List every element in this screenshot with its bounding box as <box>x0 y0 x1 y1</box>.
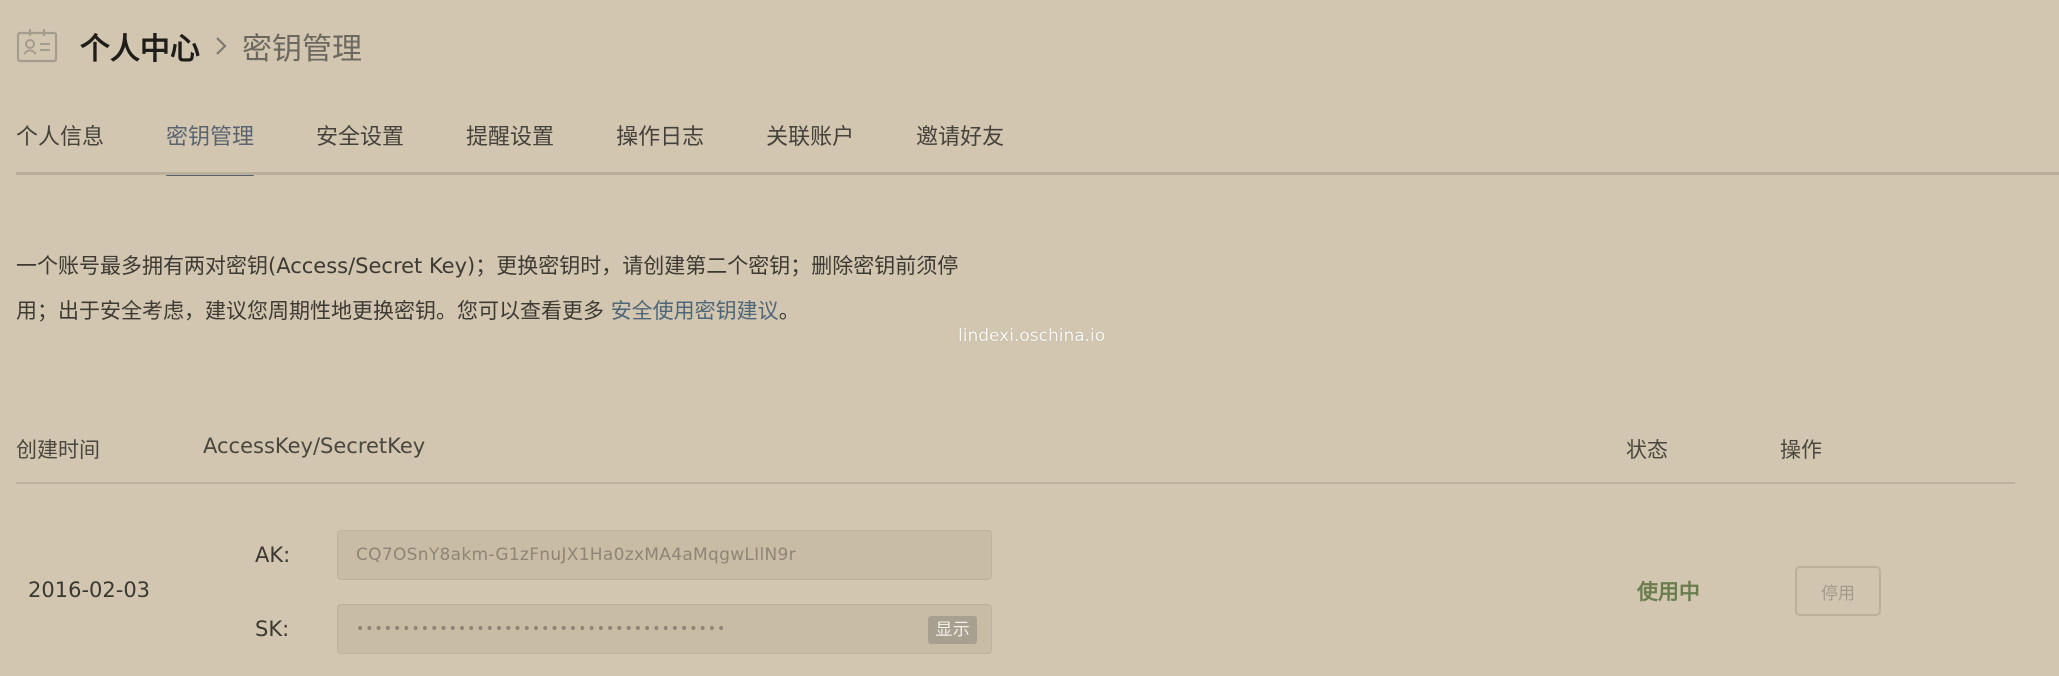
column-header-ops: 操作 <box>1780 438 1822 462</box>
notice-line-2: 用；出于安全考虑，建议您周期性地更换密钥。您可以查看更多 安全使用密钥建议。 <box>16 289 1006 334</box>
created-date: 2016-02-03 <box>28 578 151 602</box>
column-header-status: 状态 <box>1626 438 1668 462</box>
security-advice-link[interactable]: 安全使用密钥建议 <box>611 299 779 323</box>
breadcrumb-root[interactable]: 个人中心 <box>80 24 200 68</box>
table-header: 创建时间 AccessKey/SecretKey 状态 操作 <box>16 434 2016 470</box>
column-header-created: 创建时间 <box>16 438 100 462</box>
tab-operation-log[interactable]: 操作日志 <box>616 118 704 176</box>
notice-line-1: 一个账号最多拥有两对密钥(Access/Secret Key)；更换密钥时，请创… <box>16 254 959 278</box>
secret-key-field[interactable]: ••••••••••••••••••••••••••••••••••••••••… <box>337 604 992 654</box>
show-secret-button[interactable]: 显示 <box>928 616 977 644</box>
id-card-icon <box>16 27 58 65</box>
breadcrumb: 个人中心 密钥管理 <box>80 24 362 68</box>
sk-label: SK: <box>255 617 290 641</box>
chevron-right-icon <box>214 35 228 57</box>
watermark: lindexi.oschina.io <box>958 326 1106 346</box>
notice-line-2-text: 用；出于安全考虑，建议您周期性地更换密钥。您可以查看更多 <box>16 299 611 323</box>
tab-security-settings[interactable]: 安全设置 <box>316 118 404 176</box>
access-key-field[interactable]: CQ7OSnY8akm-G1zFnuJX1Ha0zxMA4aMqgwLIlN9r <box>337 530 992 580</box>
settings-tabs: 个人信息 密钥管理 安全设置 提醒设置 操作日志 关联账户 邀请好友 <box>16 118 2059 178</box>
ak-label: AK: <box>255 543 291 567</box>
key-notice: 一个账号最多拥有两对密钥(Access/Secret Key)；更换密钥时，请创… <box>16 244 1006 334</box>
column-header-keys: AccessKey/SecretKey <box>203 434 426 458</box>
tab-personal-info[interactable]: 个人信息 <box>16 118 104 176</box>
tab-key-management[interactable]: 密钥管理 <box>166 118 255 176</box>
table-header-divider <box>16 482 2015 484</box>
secret-key-masked-value: •••••••••••••••••••••••••••••••••••••••• <box>356 621 727 637</box>
access-key-line: AK: CQ7OSnY8akm-G1zFnuJX1Ha0zxMA4aMqgwLI… <box>255 530 992 580</box>
notice-line-2-end: 。 <box>778 299 800 323</box>
disable-key-button[interactable]: 停用 <box>1795 566 1881 616</box>
breadcrumb-current: 密钥管理 <box>242 32 362 67</box>
access-key-value: CQ7OSnY8akm-G1zFnuJX1Ha0zxMA4aMqgwLIlN9r <box>356 545 796 565</box>
tab-reminder-settings[interactable]: 提醒设置 <box>466 118 554 176</box>
status-badge: 使用中 <box>1637 580 1700 604</box>
tab-linked-accounts[interactable]: 关联账户 <box>766 118 854 176</box>
tabs-divider <box>16 172 2059 175</box>
page-header: 个人中心 密钥管理 <box>16 22 362 70</box>
tab-invite-friends[interactable]: 邀请好友 <box>916 118 1004 176</box>
table-row: 2016-02-03 AK: CQ7OSnY8akm-G1zFnuJX1Ha0z… <box>0 520 2059 660</box>
secret-key-line: SK: ••••••••••••••••••••••••••••••••••••… <box>255 604 992 654</box>
